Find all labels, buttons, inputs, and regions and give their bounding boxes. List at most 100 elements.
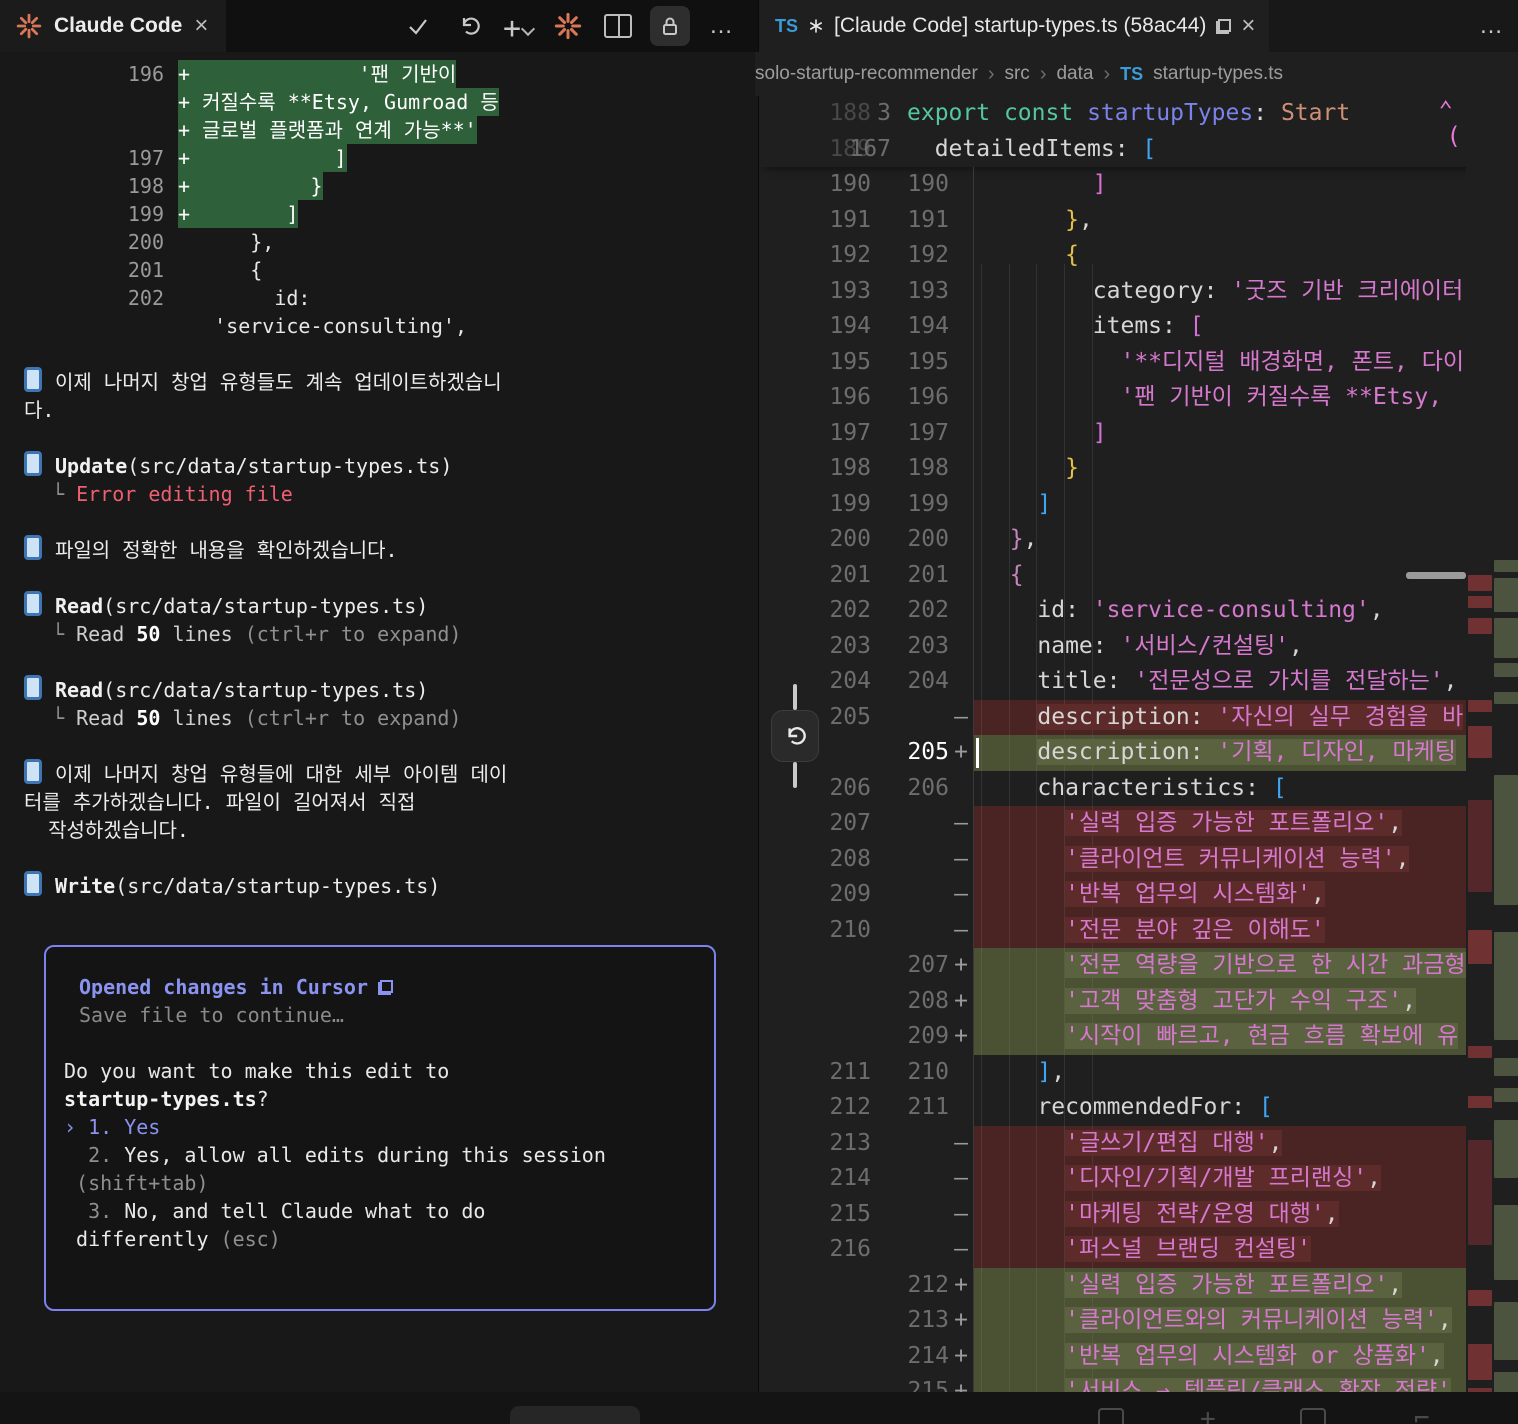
code-line[interactable]: 199 199 ]: [759, 486, 1518, 523]
breadcrumb-file[interactable]: startup-types.ts: [1153, 63, 1283, 85]
left-tab-bar: Claude Code × + …: [0, 0, 758, 52]
claude-starburst-icon[interactable]: [550, 8, 586, 44]
revert-button[interactable]: [771, 710, 819, 762]
code-line[interactable]: 210 – '전문 분야 깊은 이해도': [759, 912, 1518, 948]
code-line[interactable]: 206 206 characteristics: [: [759, 770, 1518, 806]
close-tab-icon[interactable]: ×: [194, 14, 208, 38]
open-changes-icon[interactable]: [1216, 18, 1232, 34]
dialog-title: Opened changes in Cursor: [79, 973, 694, 1001]
code-text: description: '기획, 디자인, 마케팅: [973, 735, 1518, 771]
code-line[interactable]: 215 – '마케팅 전략/운영 대행',: [759, 1196, 1518, 1232]
tab-overflow-icon[interactable]: …: [1479, 12, 1518, 40]
tool-name: Read: [55, 678, 104, 702]
code-line[interactable]: 215 + '서비스 → 템플릿/클래스 확장 전략': [759, 1374, 1518, 1392]
code-line[interactable]: 211 210 ],: [759, 1054, 1518, 1090]
new-line-number: [871, 1126, 949, 1162]
code-line[interactable]: 190 190 ]: [759, 167, 1518, 203]
lock-icon[interactable]: [650, 6, 690, 46]
diff-text: + 글로벌 플랫폼과 연계 가능**': [178, 116, 477, 144]
terminal-diff-line: 198 + }: [24, 172, 736, 200]
old-line-number: 212: [829, 1094, 871, 1120]
code-line[interactable]: 213 – '글쓰기/편집 대행',: [759, 1125, 1518, 1162]
dialog-option[interactable]: 3. No, and tell Claude what to do differ…: [64, 1197, 694, 1253]
code-line[interactable]: 189 167 detailedItems: [: [759, 132, 1518, 168]
code-line[interactable]: 209 + '시작이 빠르고, 현금 흐름 확보에 유: [759, 1019, 1518, 1055]
code-line[interactable]: 198 198 }: [759, 451, 1518, 487]
code-line[interactable]: 208 – '클라이언트 커뮤니케이션 능력',: [759, 841, 1518, 877]
code-line[interactable]: 207 + '전문 역량을 기반으로 한 시간 과금형: [759, 948, 1518, 984]
code-line[interactable]: 204 204 title: '전문성으로 가치를 전달하는',: [759, 664, 1518, 700]
new-session-button[interactable]: +: [500, 8, 536, 44]
new-line-number: [871, 877, 949, 913]
tab-title: [Claude Code] startup-types.ts (58ac44): [834, 14, 1207, 37]
code-line[interactable]: 205– description: '자신의 실무 경험을 바: [759, 699, 1518, 735]
tool-result[interactable]: └ Read 50 lines (ctrl+r to expand): [24, 620, 736, 648]
close-tab-icon[interactable]: ×: [1241, 14, 1255, 38]
tab-startup-types[interactable]: TS [Claude Code] startup-types.ts (58ac4…: [759, 0, 1270, 52]
code-line[interactable]: 212 + '실력 입증 가능한 포트폴리오',: [759, 1267, 1518, 1303]
breadcrumb-item[interactable]: src: [1004, 63, 1029, 85]
assistant-message: Update(src/data/startup-types.ts) └ Error…: [24, 451, 736, 508]
code-line[interactable]: 195 195 '**디지털 배경화면, 폰트, 다이: [759, 344, 1518, 381]
code-line[interactable]: 209 – '반복 업무의 시스템화',: [759, 877, 1518, 913]
code-text: '클라이언트 커뮤니케이션 능력',: [973, 841, 1518, 877]
gutter-line: [793, 684, 797, 710]
tool-arg: (src/data/startup-types.ts): [127, 454, 453, 478]
new-line-number: 193: [907, 277, 949, 304]
new-line-number: 196: [907, 384, 949, 410]
breadcrumb-item[interactable]: data: [1056, 63, 1093, 85]
terminal-diff-line: 202 id:: [24, 284, 736, 312]
code-line[interactable]: 188 3 export const startupTypes: Start: [759, 96, 1518, 132]
tool-result[interactable]: └ Error editing file: [24, 480, 736, 508]
dialog-option[interactable]: 2. Yes, allow all edits during this sess…: [64, 1141, 694, 1197]
code-line[interactable]: 197 197 ]: [759, 415, 1518, 451]
code-line[interactable]: 212 211 recommendedFor: [: [759, 1090, 1518, 1126]
code-line[interactable]: 191 191 },: [759, 202, 1518, 238]
undo-icon[interactable]: [450, 8, 486, 44]
code-line[interactable]: 214 – '디자인/기획/개발 프리랜싱',: [759, 1161, 1518, 1197]
code-line[interactable]: 194 194 items: [: [759, 309, 1518, 345]
breadcrumb-item[interactable]: solo-startup-recommender: [755, 63, 978, 85]
old-line-number: 194: [829, 313, 871, 339]
old-line-number: 208: [829, 845, 871, 872]
code-line[interactable]: 205 + description: '기획, 디자인, 마케팅: [759, 735, 1518, 771]
more-actions-icon[interactable]: …: [704, 8, 740, 44]
code-line[interactable]: 214 + '반복 업무의 시스템화 or 상품화',: [759, 1338, 1518, 1374]
diff-text: + '팬 기반이: [178, 60, 457, 88]
old-line-number: 191: [829, 206, 871, 233]
code-line[interactable]: 193 193 category: '굿즈 기반 크리에이터: [759, 273, 1518, 309]
dialog-option[interactable]: › 1. Yes: [64, 1113, 694, 1141]
new-line-number: 167: [849, 135, 891, 162]
bullet-icon: [24, 367, 42, 392]
revert-change-widget[interactable]: [771, 684, 819, 788]
check-icon[interactable]: [400, 8, 436, 44]
minimap-slider[interactable]: [1406, 572, 1466, 579]
chevron-right-icon: ›: [1039, 62, 1047, 85]
code-line[interactable]: 201 201 {: [759, 557, 1518, 593]
minimap[interactable]: [1466, 96, 1518, 1424]
diff-marker: [949, 487, 973, 523]
code-line[interactable]: 216 – '퍼스널 브랜딩 컨설팅': [759, 1232, 1518, 1268]
split-editor-icon[interactable]: [600, 8, 636, 44]
bullet-icon: [24, 535, 42, 560]
old-line-number: 207: [829, 810, 871, 836]
code-line[interactable]: 196 196 '팬 기반이 커질수록 **Etsy,: [759, 380, 1518, 416]
code-line[interactable]: 202 202 id: 'service-consulting',: [759, 593, 1518, 629]
tool-result[interactable]: └ Read 50 lines (ctrl+r to expand): [24, 704, 736, 732]
code-line[interactable]: 208 + '고객 맞춤형 고단가 수익 구조',: [759, 983, 1518, 1019]
new-line-number: 203: [907, 632, 949, 659]
diff-marker: [949, 593, 973, 629]
new-line-number: 205: [907, 739, 949, 765]
code-line[interactable]: 203 203 name: '서비스/컨설팅',: [759, 628, 1518, 664]
code-line[interactable]: 207 – '실력 입증 가능한 포트폴리오',: [759, 806, 1518, 842]
code-line[interactable]: 213 + '클라이언트와의 커뮤니케이션 능력',: [759, 1303, 1518, 1339]
code-line[interactable]: 200 200 },: [759, 522, 1518, 558]
tab-claude-code[interactable]: Claude Code ×: [0, 0, 227, 52]
assistant-message: 이제 나머지 창업 유형들도 계속 업데이트하겠습니 다.: [24, 367, 736, 424]
code-text: '반복 업무의 시스템화 or 상품화',: [973, 1338, 1518, 1374]
diff-marker: –: [954, 1200, 968, 1227]
bullet-icon: [24, 759, 42, 784]
diff-marker: [949, 345, 973, 381]
code-line[interactable]: 192 192 {: [759, 238, 1518, 274]
tab-title: Claude Code: [54, 14, 183, 37]
